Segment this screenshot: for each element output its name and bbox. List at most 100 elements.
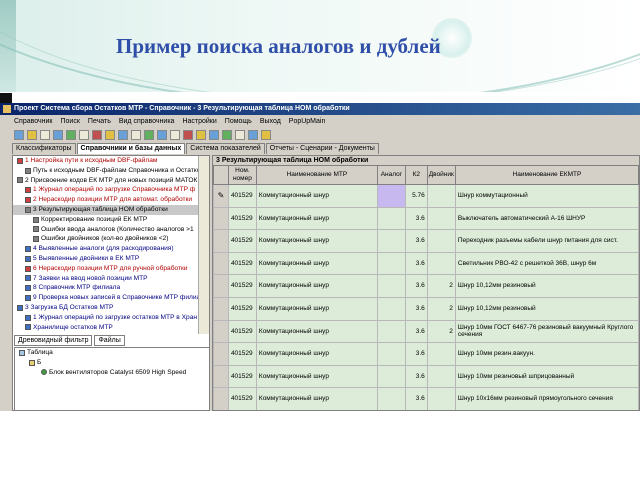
toolbar-button-icon[interactable] [66,129,76,140]
table-row[interactable]: 401529 Коммутационный шнур 3.6 Шнур 10х16мм… [213,387,639,410]
table-cell-k2[interactable]: 5.76 [404,184,428,208]
tree-item[interactable]: Хранилище остатков МТР [13,323,199,333]
table-cell-dv[interactable] [426,342,456,366]
tab-reports[interactable]: Отчеты - Сценарии - Документы [265,143,379,154]
tree-item[interactable]: Ошибки ввода аналогов (Количество аналог… [13,225,199,235]
tab-tree-filter[interactable]: Древовидный фильтр [14,335,93,346]
table-cell-dv[interactable] [426,364,456,389]
toolbar-button-icon[interactable] [144,129,154,140]
tab-files[interactable]: Файлы [94,335,125,346]
table-cell-name[interactable]: Коммутационный шнур [255,409,378,410]
table-cell-analog[interactable] [376,409,406,410]
table-row[interactable]: 401529 Коммутационный шнур 3.6 Выключатель … [213,206,639,231]
table-cell-dv[interactable] [426,409,456,410]
tree-item[interactable]: 9 Проверка новых записей в Справочнике М… [13,293,199,303]
row-indicator[interactable] [213,364,229,389]
tree-item[interactable]: 1 Журнал операций по загрузке Справочник… [13,185,199,195]
table-cell-ek[interactable]: Шнур 10,12мм резиновый [454,274,639,298]
menu-item[interactable]: Печать [88,118,111,125]
table-cell-dv[interactable] [426,184,456,208]
table-cell-name[interactable]: Коммутационный шнур [255,296,378,321]
table-cell-k2[interactable]: 3.6 [404,206,428,231]
row-indicator[interactable] [213,229,229,253]
row-indicator[interactable] [213,409,229,410]
table-cell-name[interactable]: Коммутационный шнур [255,206,378,231]
table-cell-k2[interactable]: 3.6 [404,274,428,298]
table-cell-name[interactable]: Коммутационный шнур [255,319,378,344]
toolbar-button-icon[interactable] [183,129,193,140]
toolbar-button-icon[interactable] [105,129,115,140]
table-cell-analog[interactable] [376,274,406,298]
tab-indicators[interactable]: Система показателей [186,143,265,154]
menu-item[interactable]: Вид справочника [119,118,175,125]
tree-scrollbar[interactable] [198,156,209,334]
table-row[interactable]: 401529 Коммутационный шнур 3.6 Шнур 10мм ре… [213,342,639,366]
table-cell-analog[interactable] [376,251,406,276]
toolbar-button-icon[interactable] [40,129,50,140]
table-row[interactable]: 401529 Коммутационный шнур 3.6 Переходник р… [213,229,639,253]
row-indicator[interactable] [213,251,229,276]
menu-item[interactable]: Настройки [182,118,216,125]
toolbar-button-icon[interactable] [53,129,63,140]
menu-item[interactable]: PopUpMain [289,118,326,125]
table-row[interactable]: 401529 Коммутационный шнур 3.6 Светильник Р… [213,251,639,276]
table-cell-analog[interactable] [376,184,406,208]
table-cell-name[interactable]: Коммутационный шнур [255,274,378,298]
table-cell-name[interactable]: Коммутационный шнур [255,387,378,410]
table-cell-analog[interactable] [376,387,406,410]
tree-item[interactable]: 8 Справочник МТР филиала [13,283,199,293]
table-cell-ek[interactable]: Шнур 10мм ГОСТ 6467-76 резиновый вакуумн… [454,319,639,344]
toolbar-button-icon[interactable] [92,129,102,140]
row-indicator[interactable] [213,342,229,366]
tree-item[interactable]: Блок вентиляторов Catalyst 6509 High Spe… [15,368,209,378]
toolbar-button-icon[interactable] [157,129,167,140]
column-header[interactable]: Аналог [376,165,406,185]
column-header[interactable]: Ном. номер [227,165,257,185]
window-titlebar[interactable]: Проект Система сбора Остатков МТР - Спра… [0,103,640,115]
tab-references[interactable]: Справочники и базы данных [76,143,186,154]
table-row[interactable]: 401529 Коммутационный шнур 3.6 2 Шнур 10,12м… [213,296,639,321]
toolbar-button-icon[interactable] [170,129,180,140]
tree-item[interactable]: 1 Журнал операций по загрузке остатков М… [13,313,199,323]
menu-item[interactable]: Поиск [61,118,80,125]
toolbar-button-icon[interactable] [118,129,128,140]
tree-item[interactable]: 5 Выявленные двойники в ЕК МТР [13,254,199,264]
toolbar-button-icon[interactable] [248,129,258,140]
row-indicator[interactable] [213,319,229,344]
table-row[interactable]: 401529Коммутационный шнур 3.6 Шнур 10-38мм… [213,409,639,410]
table-cell-k2[interactable]: 3.6 [404,342,428,366]
table-cell-dv[interactable] [426,387,456,410]
edit-pencil-icon[interactable]: ✎ [213,184,229,208]
row-indicator[interactable] [213,274,229,298]
tree-item[interactable]: 2 Присвоение кодов ЕК МТР для новых пози… [13,176,199,186]
table-cell-dv[interactable]: 2 [426,319,456,344]
table-cell-ek[interactable]: Выключатель автоматический А-16 ШНУР [454,206,639,231]
tree-item[interactable]: Корректирование позиций ЕК МТР [13,215,199,225]
tree-item[interactable]: 4 Выявленные аналоги (для раскодирования… [13,244,199,254]
table-row[interactable]: 401529 Коммутационный шнур 3.6 2 Шнур 10мм Г… [213,319,639,344]
tree-item[interactable]: 3 Загрузка БД Остатков МТР [13,303,199,313]
table-cell-k2[interactable]: 3.6 [404,251,428,276]
table-cell-nom[interactable]: 401529 [227,229,257,253]
table-cell-ek[interactable]: Шнур 10х16мм резиновый прямоугольного се… [454,387,639,410]
table-cell-nom[interactable]: 401529 [227,206,257,231]
table-cell-ek[interactable]: Шнур 10-38мм резиновый [454,409,639,410]
table-cell-name[interactable]: Коммутационный шнур [255,229,378,253]
menu-item[interactable]: Справочник [14,118,53,125]
table-cell-analog[interactable] [376,296,406,321]
table-cell-k2[interactable]: 3.6 [404,229,428,253]
column-header[interactable]: К2 [404,165,428,185]
table-cell-k2[interactable]: 3.6 [404,296,428,321]
tree-item[interactable]: Таблица [15,348,209,358]
menu-item[interactable]: Помощь [225,118,252,125]
table-cell-nom[interactable]: 401529 [227,409,257,410]
table-cell-k2[interactable]: 3.6 [404,409,428,410]
table-cell-nom[interactable]: 401529 [227,342,257,366]
tab-classifiers[interactable]: Классификаторы [12,143,76,154]
toolbar-button-icon[interactable] [222,129,232,140]
table-row[interactable]: 401529 Коммутационный шнур 3.6 2 Шнур 10,12м… [213,274,639,298]
table-cell-ek[interactable]: Светильник РВО-42 с решеткой 36В, шнур 6… [454,251,639,276]
table-cell-dv[interactable] [426,229,456,253]
table-cell-dv[interactable] [426,206,456,231]
tree-item[interactable]: 1 Настройка пути к исходным DBF-файлам [13,156,199,166]
